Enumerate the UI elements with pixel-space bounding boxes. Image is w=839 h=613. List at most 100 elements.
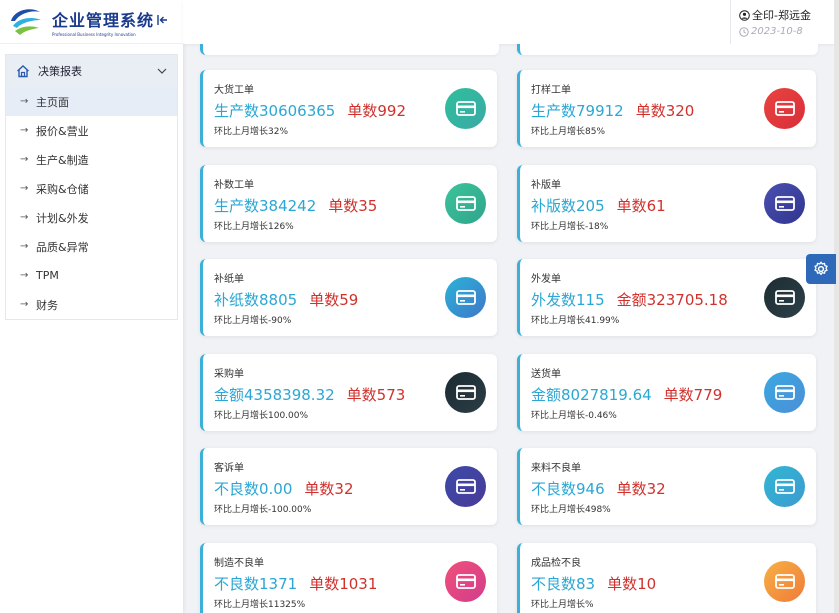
home-icon <box>17 65 29 78</box>
card-primary-value: 不良数83 <box>531 575 596 593</box>
stat-card[interactable]: 来料不良单 不良数946 单数32 环比上月增长498% <box>517 448 816 525</box>
scrollbar[interactable] <box>834 0 839 613</box>
top-header: 全印-郑远金 2023-10-8 <box>183 0 834 44</box>
card-icon <box>764 466 805 507</box>
card-primary-value: 金额4358398.32 <box>214 386 335 404</box>
card-primary-value: 不良数946 <box>531 480 605 498</box>
card-secondary-value: 单数35 <box>328 197 378 215</box>
arrow-right-icon: → <box>20 299 29 310</box>
sidebar-item-label: 生产&制造 <box>36 153 89 167</box>
stat-card[interactable]: 采购单 金额4358398.32 单数573 环比上月增长100.00% <box>200 354 497 431</box>
sidebar-item-label: 财务 <box>36 298 58 312</box>
menu-group-label: 决策报表 <box>38 65 82 78</box>
arrow-right-icon: → <box>20 125 29 136</box>
credit-card-icon <box>774 385 795 400</box>
arrow-right-icon: → <box>20 241 29 252</box>
current-date: 2023-10-8 <box>751 26 803 37</box>
credit-card-icon <box>455 385 476 400</box>
logo-icon <box>8 5 44 39</box>
card-partial <box>517 44 818 55</box>
card-icon <box>764 561 805 602</box>
card-primary-value: 外发数115 <box>531 291 605 309</box>
sidebar-item-quote-sales[interactable]: → 报价&营业 <box>6 116 177 145</box>
card-icon <box>445 183 486 224</box>
card-secondary-value: 单数573 <box>346 386 406 404</box>
card-secondary-value: 单数779 <box>663 386 723 404</box>
gear-icon <box>814 261 828 276</box>
credit-card-icon <box>774 101 795 116</box>
dashboard-content: 大货工单 生产数30606365 单数992 环比上月增长32% 打样工单 生产数7991… <box>183 44 834 613</box>
sidebar-item-tpm[interactable]: → TPM <box>6 261 177 290</box>
card-icon <box>445 561 486 602</box>
card-primary-value: 不良数1371 <box>214 575 298 593</box>
arrow-right-icon: → <box>20 212 29 223</box>
credit-card-icon <box>455 101 476 116</box>
sidebar-item-home[interactable]: → 主页面 <box>6 87 177 116</box>
credit-card-icon <box>455 574 476 589</box>
card-secondary-value: 单数992 <box>347 102 406 120</box>
sidebar-item-quality[interactable]: → 品质&异常 <box>6 232 177 261</box>
app-subtitle: Professional Business Integrity Innovati… <box>52 31 136 37</box>
stat-card[interactable]: 送货单 金额8027819.64 单数779 环比上月增长-0.46% <box>517 354 816 431</box>
card-icon <box>764 88 805 129</box>
arrow-right-icon: → <box>20 183 29 194</box>
sidebar-item-purchase-warehouse[interactable]: → 采购&仓储 <box>6 174 177 203</box>
stat-card[interactable]: 打样工单 生产数79912 单数320 环比上月增长85% <box>517 70 816 147</box>
card-primary-value: 生产数30606365 <box>214 102 336 120</box>
stat-card[interactable]: 外发单 外发数115 金额323705.18 环比上月增长41.99% <box>517 259 816 336</box>
card-secondary-value: 单数10 <box>607 575 657 593</box>
settings-button[interactable] <box>806 254 836 284</box>
card-primary-value: 生产数384242 <box>214 197 317 215</box>
user-icon <box>739 9 750 21</box>
card-primary-value: 不良数0.00 <box>214 480 293 498</box>
credit-card-icon <box>455 290 476 305</box>
credit-card-icon <box>455 479 476 494</box>
sidebar-item-label: TPM <box>36 269 59 282</box>
user-info[interactable]: 全印-郑远金 2023-10-8 <box>730 0 834 44</box>
app-title: 企业管理系统 <box>52 10 155 30</box>
sidebar: 企业管理系统 Professional Business Integrity I… <box>0 0 183 613</box>
menu-group-decision-reports[interactable]: 决策报表 <box>6 55 177 87</box>
app-logo: 企业管理系统 Professional Business Integrity I… <box>0 0 183 44</box>
sidebar-item-plan-outsource[interactable]: → 计划&外发 <box>6 203 177 232</box>
arrow-right-icon: → <box>20 270 29 281</box>
card-secondary-value: 金额323705.18 <box>616 291 728 309</box>
arrow-right-icon: → <box>20 96 29 107</box>
credit-card-icon <box>774 196 795 211</box>
card-primary-value: 金额8027819.64 <box>531 386 652 404</box>
sidebar-item-label: 采购&仓储 <box>36 182 89 196</box>
card-icon <box>764 277 805 318</box>
card-primary-value: 补版数205 <box>531 197 605 215</box>
card-secondary-value: 单数61 <box>616 197 666 215</box>
card-secondary-value: 单数320 <box>635 102 695 120</box>
card-secondary-value: 单数1031 <box>309 575 378 593</box>
arrow-right-icon: → <box>20 154 29 165</box>
credit-card-icon <box>774 290 795 305</box>
sidebar-item-label: 品质&异常 <box>36 240 89 254</box>
card-primary-value: 补纸数8805 <box>214 291 298 309</box>
card-icon <box>764 372 805 413</box>
stat-card[interactable]: 补数工单 生产数384242 单数35 环比上月增长126% <box>200 165 497 242</box>
stat-card[interactable]: 客诉单 不良数0.00 单数32 环比上月增长-100.00% <box>200 448 497 525</box>
credit-card-icon <box>455 196 476 211</box>
sidebar-menu: 决策报表 → 主页面 → 报价&营业 → 生产&制造 → 采购&仓储 → 计划&外发 → 品… <box>5 54 178 320</box>
credit-card-icon <box>774 479 795 494</box>
card-partial <box>200 44 499 55</box>
sidebar-item-finance[interactable]: → 财务 <box>6 290 177 319</box>
sidebar-item-label: 主页面 <box>36 95 69 109</box>
stat-card[interactable]: 大货工单 生产数30606365 单数992 环比上月增长32% <box>200 70 497 147</box>
stat-card[interactable]: 成品检不良 不良数83 单数10 环比上月增长% <box>517 543 816 613</box>
stat-card[interactable]: 补纸单 补纸数8805 单数59 环比上月增长-90% <box>200 259 497 336</box>
credit-card-icon <box>774 574 795 589</box>
sidebar-item-production[interactable]: → 生产&制造 <box>6 145 177 174</box>
collapse-sidebar-icon[interactable] <box>157 14 169 30</box>
card-secondary-value: 单数59 <box>309 291 359 309</box>
chevron-down-icon <box>157 66 167 77</box>
clock-icon <box>739 26 749 37</box>
stat-card[interactable]: 补版单 补版数205 单数61 环比上月增长-18% <box>517 165 816 242</box>
card-icon <box>764 183 805 224</box>
stat-card[interactable]: 制造不良单 不良数1371 单数1031 环比上月增长11325% <box>200 543 497 613</box>
card-icon <box>445 372 486 413</box>
card-icon <box>445 466 486 507</box>
card-icon <box>445 277 486 318</box>
